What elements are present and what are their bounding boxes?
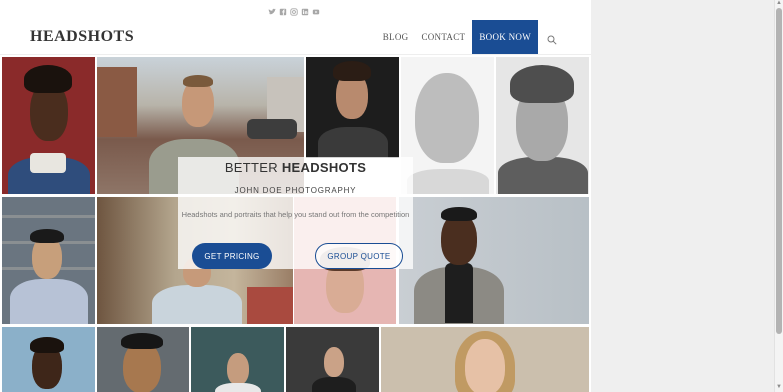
portrait-photo-woman-red bbox=[2, 57, 95, 194]
twitter-icon[interactable] bbox=[268, 8, 276, 16]
hero-title: BETTER HEADSHOTS bbox=[178, 160, 413, 175]
site-header: HEADSHOTS BLOG CONTACT BOOK NOW bbox=[0, 0, 591, 55]
portrait-photo-bald-man bbox=[401, 57, 494, 194]
portrait-photo-man-smile bbox=[97, 327, 189, 392]
site-logo[interactable]: HEADSHOTS bbox=[30, 28, 134, 46]
instagram-icon[interactable] bbox=[290, 8, 298, 16]
search-icon[interactable] bbox=[547, 32, 557, 45]
portrait-photo-man-ferris bbox=[2, 327, 95, 392]
portrait-photo-man-blazer bbox=[399, 197, 589, 324]
portrait-photo-man-dark bbox=[306, 57, 399, 158]
hero-description: Headshots and portraits that help you st… bbox=[181, 210, 410, 219]
web-page: HEADSHOTS BLOG CONTACT BOOK NOW BETTER H… bbox=[0, 0, 591, 392]
hero-title-light: BETTER bbox=[224, 160, 278, 175]
main-nav: BLOG CONTACT BOOK NOW bbox=[370, 20, 557, 54]
book-now-button[interactable]: BOOK NOW bbox=[472, 20, 538, 54]
hero-subtitle: JOHN DOE PHOTOGRAPHY bbox=[234, 186, 357, 195]
social-icons bbox=[268, 8, 320, 16]
portrait-photo-man-teal bbox=[191, 327, 284, 392]
hero-title-bold: HEADSHOTS bbox=[281, 160, 367, 175]
portrait-photo-man-shelves bbox=[2, 197, 95, 324]
scroll-down-arrow-icon[interactable]: ▼ bbox=[776, 384, 782, 390]
linkedin-icon[interactable] bbox=[301, 8, 309, 16]
page-gutter bbox=[591, 0, 774, 392]
get-pricing-button[interactable]: GET PRICING bbox=[192, 243, 272, 269]
scroll-up-arrow-icon[interactable]: ▲ bbox=[776, 0, 782, 6]
nav-link-contact[interactable]: CONTACT bbox=[421, 32, 465, 42]
youtube-icon[interactable] bbox=[312, 8, 320, 16]
scrollbar-thumb[interactable] bbox=[776, 8, 782, 334]
vertical-scrollbar[interactable]: ▲ ▼ bbox=[774, 0, 783, 392]
nav-link-blog[interactable]: BLOG bbox=[383, 32, 409, 42]
portrait-photo-woman-blonde bbox=[381, 327, 589, 392]
group-quote-button[interactable]: GROUP QUOTE bbox=[315, 243, 403, 269]
portrait-photo-man-bw bbox=[496, 57, 589, 194]
facebook-icon[interactable] bbox=[279, 8, 287, 16]
portrait-photo-man-suit bbox=[286, 327, 379, 392]
